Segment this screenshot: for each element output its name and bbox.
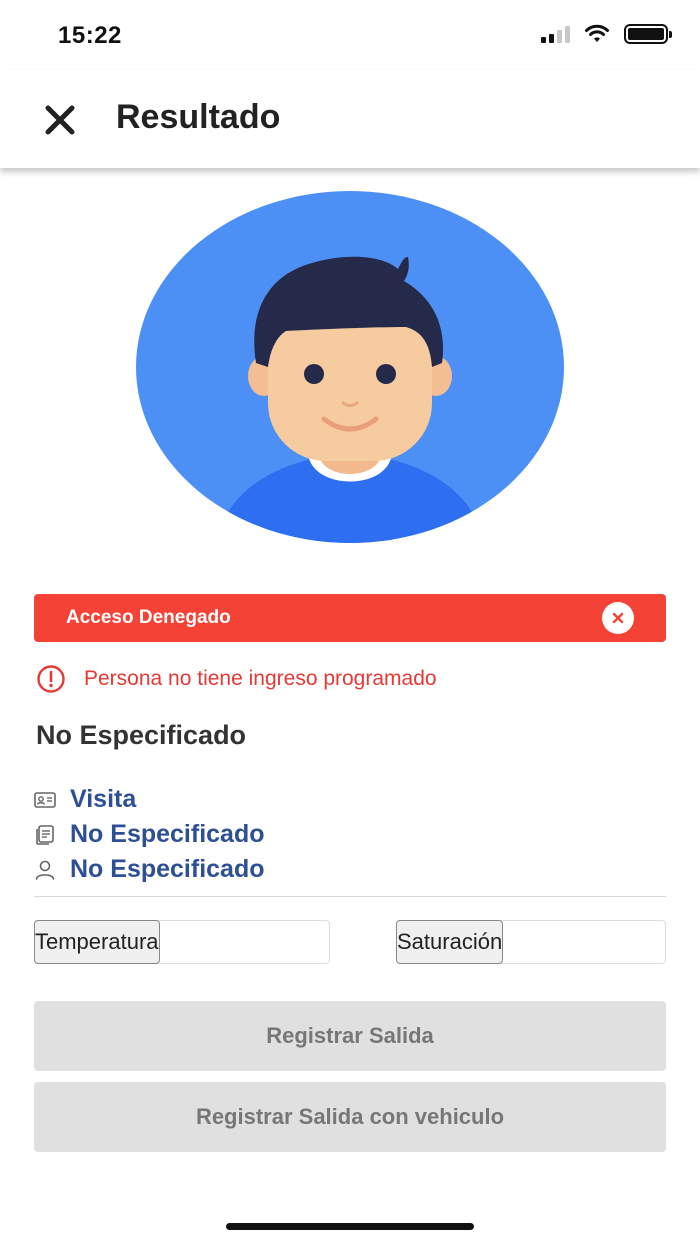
details-list: Visita No Especificado No Especificado	[34, 782, 265, 887]
detail-document: No Especificado	[34, 817, 265, 852]
id-card-icon	[34, 791, 56, 808]
close-icon	[45, 105, 75, 135]
battery-icon	[624, 24, 672, 44]
detail-text: No Especificado	[70, 855, 265, 883]
person-name: No Especificado	[36, 720, 247, 750]
user-icon	[35, 860, 55, 880]
person-avatar-icon	[136, 191, 564, 543]
access-denied-banner: Acceso Denegado	[34, 594, 666, 642]
detail-text: No Especificado	[70, 820, 265, 848]
temperature-input[interactable]	[159, 921, 337, 963]
page-title: Resultado	[116, 98, 281, 136]
detail-user: No Especificado	[34, 852, 265, 887]
info-circle-icon	[37, 665, 65, 693]
alert-close-button[interactable]	[602, 602, 634, 634]
status-time: 15:22	[58, 22, 122, 49]
alert-label: Acceso Denegado	[66, 607, 231, 628]
document-icon	[36, 824, 54, 845]
temperature-field: Temperatura	[34, 920, 337, 964]
signal-icon	[541, 25, 570, 43]
home-indicator[interactable]	[226, 1223, 474, 1230]
app-bar: Resultado	[0, 70, 700, 168]
warning-text: Persona no tiene ingreso programado	[84, 667, 437, 690]
saturation-label: Saturación	[396, 920, 504, 964]
status-icons	[541, 24, 672, 44]
close-circle-icon	[612, 612, 624, 624]
register-exit-button[interactable]: Registrar Salida	[34, 1001, 666, 1071]
register-exit-vehicle-button[interactable]: Registrar Salida con vehiculo	[34, 1082, 666, 1152]
saturation-input[interactable]	[503, 921, 681, 963]
detail-visit-type: Visita	[34, 782, 265, 817]
divider	[34, 896, 666, 897]
detail-text: Visita	[70, 785, 137, 813]
close-button[interactable]	[40, 100, 80, 140]
warning-message: Persona no tiene ingreso programado	[36, 664, 437, 694]
wifi-icon	[585, 24, 609, 42]
saturation-field: Saturación	[396, 920, 681, 964]
status-bar: 15:22	[0, 0, 700, 68]
temperature-label: Temperatura	[34, 920, 160, 964]
